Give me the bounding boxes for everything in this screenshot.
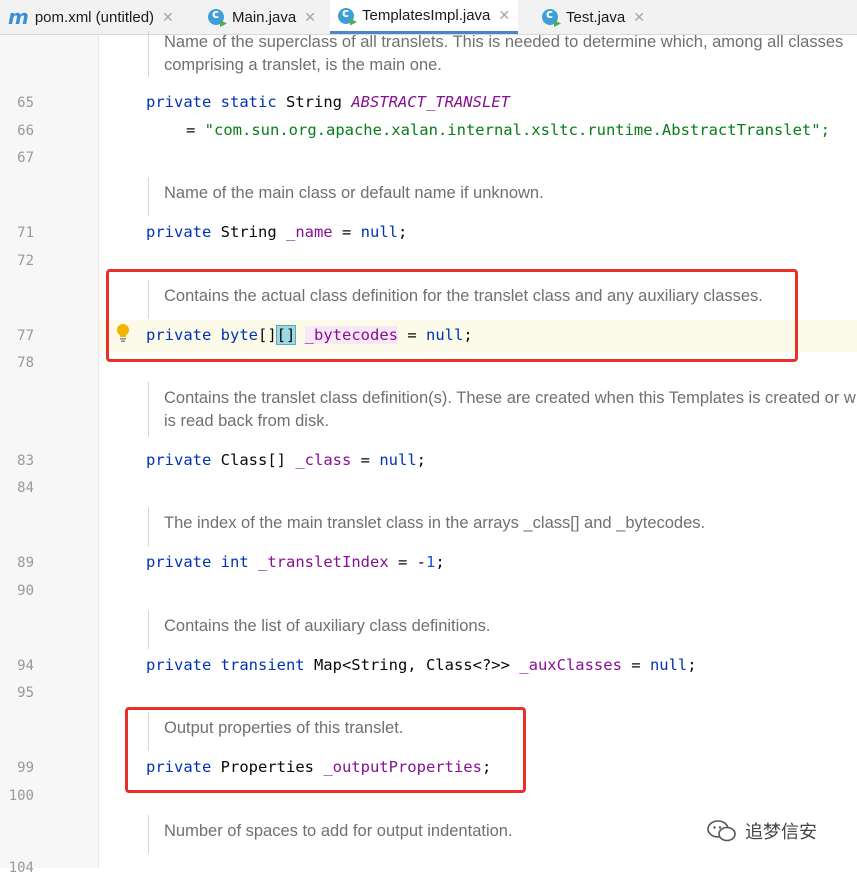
doc-text: Contains the translet class definition(s…: [164, 389, 857, 407]
operator: =: [351, 451, 380, 469]
line-number: 90: [17, 583, 34, 599]
line-number: 83: [17, 453, 34, 469]
field-name: _class: [295, 451, 352, 469]
tab-main-java[interactable]: Main.java ✕: [208, 0, 316, 34]
number-literal: 1: [425, 553, 436, 571]
doc-comment: Number of spaces to add for output inden…: [148, 815, 513, 854]
operator: =: [621, 656, 650, 674]
keyword: null: [649, 656, 688, 674]
semicolon: ;: [435, 553, 445, 571]
semicolon: ;: [397, 223, 408, 241]
keyword: private: [146, 223, 212, 241]
close-icon[interactable]: ✕: [498, 7, 510, 24]
doc-text: Contains the list of auxiliary class def…: [164, 617, 491, 635]
doc-comment: Contains the list of auxiliary class def…: [148, 610, 491, 649]
line-number: 95: [17, 685, 34, 701]
line-number: 78: [17, 355, 34, 371]
annotation-box: [125, 707, 526, 793]
keyword: null: [379, 451, 417, 469]
doc-comment: The index of the main translet class in …: [148, 507, 705, 546]
doc-text: comprising a translet, is the main one.: [164, 56, 442, 74]
java-class-icon: [338, 6, 354, 24]
doc-text: Name of the main class or default name i…: [164, 184, 544, 202]
tab-label: Main.java: [232, 8, 297, 26]
watermark-text: 追梦信安: [745, 822, 817, 843]
line-number: 104: [8, 860, 34, 876]
line-number: 65: [17, 95, 34, 111]
line-number: 66: [17, 123, 34, 139]
line-number: 94: [17, 658, 34, 674]
tab-templatesimpl-java[interactable]: TemplatesImpl.java ✕: [330, 0, 519, 34]
code-line-89[interactable]: private int _transletIndex = -1;: [146, 553, 445, 571]
field-name: ABSTRACT_TRANSLET: [351, 93, 510, 111]
line-number: 99: [17, 760, 34, 776]
field-name: _transletIndex: [258, 553, 389, 571]
type-name: Map<String, Class<?>>: [304, 656, 520, 674]
doc-comment: Contains the translet class definition(s…: [148, 382, 857, 437]
editor-tab-bar: m pom.xml (untitled) ✕ Main.java ✕ Templ…: [0, 0, 857, 35]
keyword: private transient: [146, 656, 305, 674]
java-class-icon: [542, 7, 558, 25]
maven-icon: m: [8, 5, 29, 29]
doc-comment: Name of the main class or default name i…: [148, 177, 544, 216]
line-number: 71: [17, 225, 34, 241]
keyword: private int: [146, 553, 249, 571]
line-number: 100: [8, 788, 34, 804]
close-icon[interactable]: ✕: [304, 9, 316, 26]
java-class-icon: [208, 7, 224, 25]
tab-label: TemplatesImpl.java: [362, 7, 491, 24]
code-line-66[interactable]: = "com.sun.org.apache.xalan.internal.xsl…: [186, 121, 830, 139]
line-number: 89: [17, 555, 34, 571]
tab-label: Test.java: [566, 8, 626, 26]
tab-test-java[interactable]: Test.java ✕: [542, 0, 645, 34]
keyword: private static: [146, 93, 277, 111]
close-icon[interactable]: ✕: [162, 9, 174, 26]
watermark: 追梦信安: [707, 818, 817, 844]
code-line-65[interactable]: private static String ABSTRACT_TRANSLET: [146, 93, 510, 111]
operator: =: [332, 223, 361, 241]
line-number: 84: [17, 480, 34, 496]
doc-text: is read back from disk.: [164, 412, 330, 430]
line-number: 77: [17, 328, 34, 344]
code-line-71[interactable]: private String _name = null;: [146, 223, 407, 241]
wechat-icon: [707, 820, 736, 842]
keyword: null: [360, 223, 398, 241]
code-line-83[interactable]: private Class[] _class = null;: [146, 451, 426, 469]
field-name: _name: [285, 223, 333, 241]
annotation-box: [106, 269, 798, 362]
doc-comment: Name of the superclass of all translets.…: [148, 31, 843, 77]
type-name: Class[]: [211, 451, 296, 469]
operator: =: [186, 121, 205, 139]
close-icon[interactable]: ✕: [633, 9, 645, 26]
line-number: 67: [17, 150, 34, 166]
string-literal: "com.sun.org.apache.xalan.internal.xsltc…: [204, 121, 830, 139]
tab-label: pom.xml (untitled): [34, 8, 155, 26]
semicolon: ;: [416, 451, 426, 469]
keyword: private: [146, 451, 212, 469]
tab-pom-xml[interactable]: m pom.xml (untitled) ✕: [8, 0, 174, 34]
type-name: String: [276, 93, 352, 111]
semicolon: ;: [687, 656, 697, 674]
code-line-94[interactable]: private transient Map<String, Class<?>> …: [146, 656, 697, 674]
doc-text: Name of the superclass of all translets.…: [164, 33, 844, 51]
type-name: String: [211, 223, 286, 241]
operator: = -: [388, 553, 426, 571]
doc-text: Number of spaces to add for output inden…: [164, 822, 513, 840]
field-name: _auxClasses: [519, 656, 622, 674]
line-number: 72: [17, 253, 34, 269]
doc-text: The index of the main translet class in …: [164, 514, 706, 532]
